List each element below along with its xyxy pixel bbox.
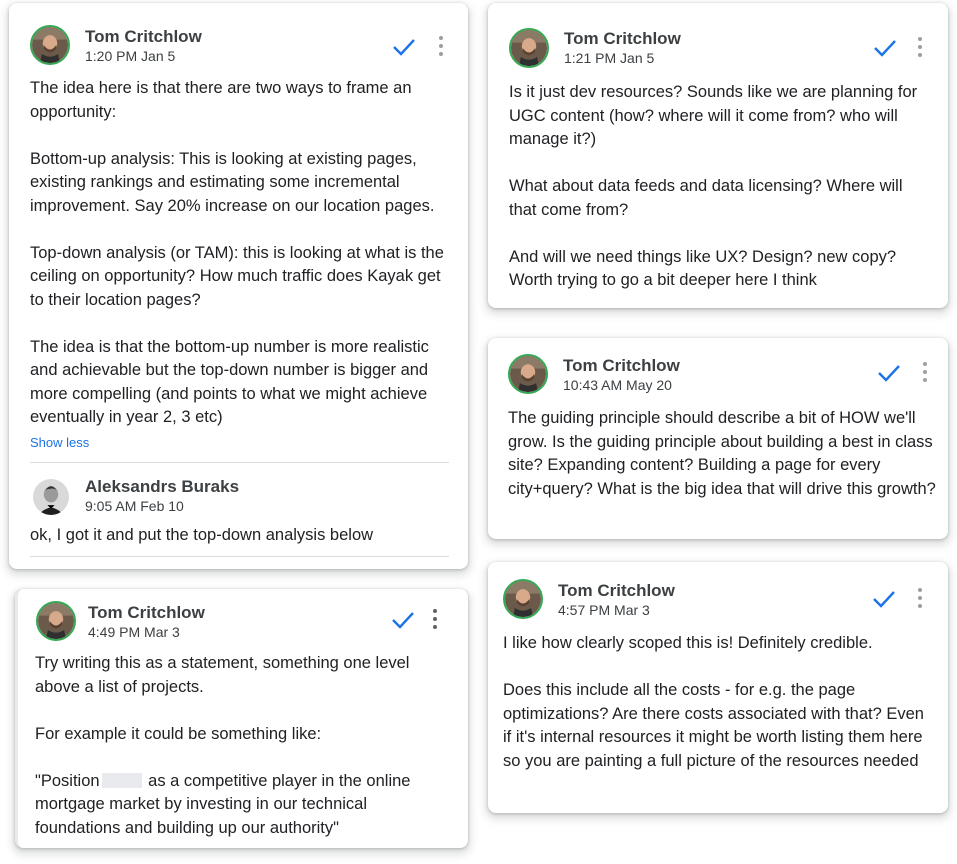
- resolve-check-icon[interactable]: [876, 362, 902, 384]
- more-options-icon[interactable]: [430, 609, 440, 633]
- avatar: [503, 579, 543, 619]
- resolve-check-icon[interactable]: [390, 609, 416, 631]
- divider: [30, 462, 449, 463]
- comment-paragraph: What about data feeds and data licensing…: [509, 177, 903, 219]
- more-options-icon[interactable]: [915, 37, 925, 61]
- show-less-link[interactable]: Show less: [30, 435, 89, 450]
- resolve-check-icon[interactable]: [871, 588, 897, 610]
- timestamp: 1:20 PM Jan 5: [85, 48, 176, 64]
- more-options-icon[interactable]: [915, 588, 925, 612]
- author-name: Tom Critchlow: [558, 581, 675, 600]
- comment-text: I like how clearly scoped this is! Defin…: [503, 632, 933, 773]
- comment-paragraph: The guiding principle should describe a …: [508, 409, 936, 498]
- timestamp: 4:57 PM Mar 3: [558, 602, 650, 618]
- reply-timestamp: 9:05 AM Feb 10: [85, 498, 184, 514]
- comment-text: Try writing this as a statement, somethi…: [35, 652, 445, 840]
- timestamp: 4:49 PM Mar 3: [88, 624, 180, 640]
- comment-paragraph: Bottom-up analysis: This is looking at e…: [30, 149, 435, 215]
- more-options-icon[interactable]: [920, 362, 930, 386]
- comment-text: The idea here is that there are two ways…: [30, 77, 450, 430]
- resolve-check-icon[interactable]: [872, 37, 898, 59]
- comment-card: Tom Critchlow 1:20 PM Jan 5 The idea her…: [9, 3, 468, 569]
- author-name: Tom Critchlow: [85, 27, 202, 46]
- avatar: [36, 601, 76, 641]
- comment-paragraph: For example it could be something like:: [35, 724, 322, 743]
- author-name: Tom Critchlow: [564, 29, 681, 48]
- author-name: Tom Critchlow: [563, 356, 680, 375]
- timestamp: 1:21 PM Jan 5: [564, 50, 655, 66]
- avatar: [30, 25, 70, 65]
- quote-start: "Position: [35, 771, 100, 790]
- comment-card: Tom Critchlow 4:49 PM Mar 3 Try writing …: [15, 589, 468, 848]
- avatar: [509, 28, 549, 68]
- comment-paragraph: The idea here is that there are two ways…: [30, 79, 412, 121]
- divider: [30, 556, 449, 557]
- reply-author-name: Aleksandrs Buraks: [85, 477, 240, 496]
- comment-text: The guiding principle should describe a …: [508, 407, 938, 501]
- comment-paragraph: The idea is that the bottom-up number is…: [30, 337, 429, 427]
- avatar: [508, 354, 548, 394]
- comment-card: Tom Critchlow 10:43 AM May 20 The guidin…: [488, 338, 948, 539]
- redacted-text: [101, 772, 142, 788]
- reply-text: ok, I got it and put the top-down analys…: [30, 526, 374, 544]
- more-options-icon[interactable]: [436, 36, 446, 60]
- comment-text: Is it just dev resources? Sounds like we…: [509, 81, 929, 293]
- comment-paragraph: Top-down analysis (or TAM): this is look…: [30, 243, 444, 309]
- comment-card: Tom Critchlow 1:21 PM Jan 5 Is it just d…: [488, 3, 948, 308]
- comment-paragraph: Is it just dev resources? Sounds like we…: [509, 83, 918, 148]
- comment-quote: "Position as a competitive player in the…: [35, 770, 445, 841]
- comment-paragraph: And will we need things like UX? Design?…: [509, 247, 897, 290]
- comment-paragraph: I like how clearly scoped this is! Defin…: [503, 634, 873, 652]
- comment-paragraph: Try writing this as a statement, somethi…: [35, 654, 410, 696]
- timestamp: 10:43 AM May 20: [563, 377, 672, 393]
- comment-paragraph: Does this include all the costs - for e.…: [503, 681, 924, 770]
- author-name: Tom Critchlow: [88, 603, 205, 622]
- comment-card: Tom Critchlow 4:57 PM Mar 3 I like how c…: [488, 562, 948, 813]
- resolve-check-icon[interactable]: [391, 36, 417, 58]
- reply-avatar: [31, 477, 71, 517]
